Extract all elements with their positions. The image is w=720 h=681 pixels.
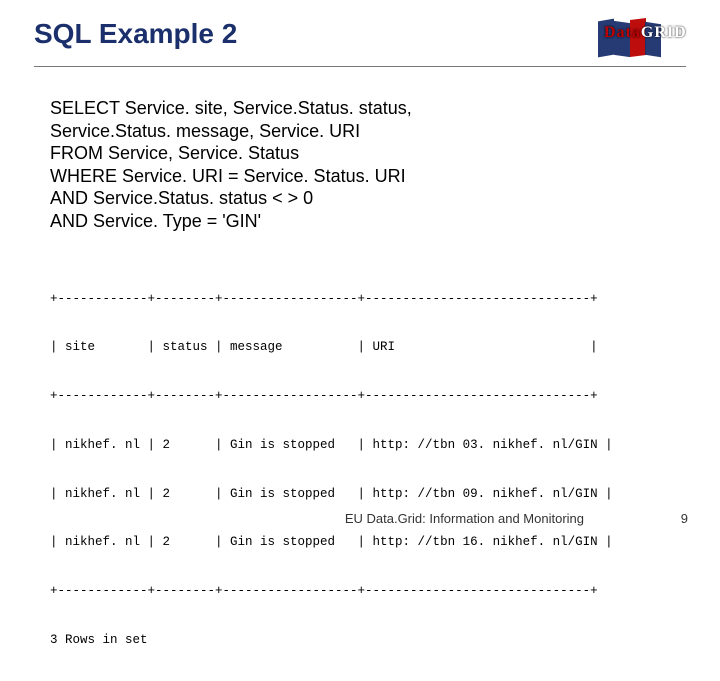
- table-row: | nikhef. nl | 2 | Gin is stopped | http…: [50, 437, 686, 453]
- datagrid-logo: DataGRID: [598, 18, 686, 58]
- sql-line: SELECT Service. site, Service.Status. st…: [50, 97, 686, 120]
- table-border: +------------+--------+-----------------…: [50, 291, 686, 307]
- sql-line: AND Service.Status. status < > 0: [50, 187, 686, 210]
- sql-query-block: SELECT Service. site, Service.Status. st…: [50, 97, 686, 232]
- logo-text-data: Data: [604, 24, 641, 41]
- sql-line: FROM Service, Service. Status: [50, 142, 686, 165]
- footer-text: EU Data.Grid: Information and Monitoring: [345, 511, 584, 526]
- title-row: SQL Example 2 DataGRID: [34, 18, 686, 67]
- table-row: | nikhef. nl | 2 | Gin is stopped | http…: [50, 486, 686, 502]
- logo-text: DataGRID: [604, 24, 687, 42]
- logo-text-grid: GRID: [641, 24, 687, 41]
- table-border: +------------+--------+-----------------…: [50, 583, 686, 599]
- sql-line: Service.Status. message, Service. URI: [50, 120, 686, 143]
- table-border: +------------+--------+-----------------…: [50, 388, 686, 404]
- page-number: 9: [674, 511, 688, 526]
- slide-title: SQL Example 2: [34, 18, 237, 50]
- rows-count: 3 Rows in set: [50, 632, 686, 648]
- content-area: SELECT Service. site, Service.Status. st…: [34, 97, 686, 681]
- sql-line: AND Service. Type = 'GIN': [50, 210, 686, 233]
- result-table: +------------+--------+-----------------…: [50, 258, 686, 681]
- sql-line: WHERE Service. URI = Service. Status. UR…: [50, 165, 686, 188]
- slide-footer: EU Data.Grid: Information and Monitoring…: [32, 511, 688, 526]
- table-header-row: | site | status | message | URI |: [50, 339, 686, 355]
- slide: SQL Example 2 DataGRID SELECT Service. s…: [0, 0, 720, 540]
- table-row: | nikhef. nl | 2 | Gin is stopped | http…: [50, 534, 686, 550]
